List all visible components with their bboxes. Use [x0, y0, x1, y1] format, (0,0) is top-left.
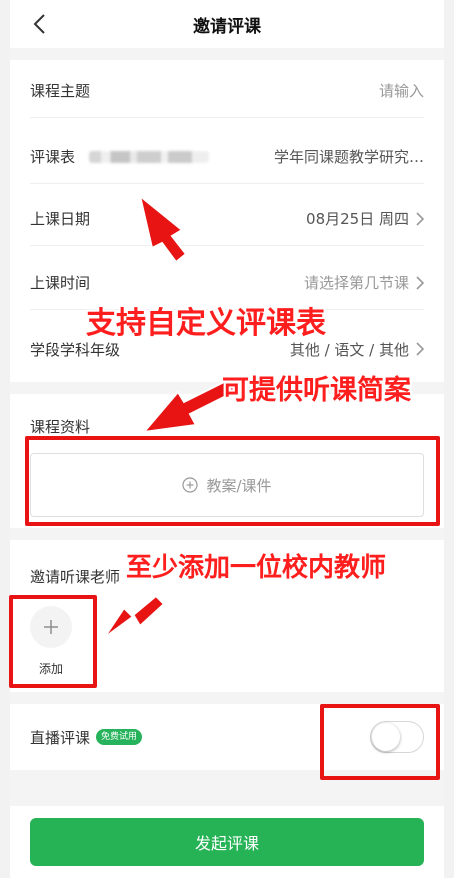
annotation-custom-form: 支持自定义评课表	[86, 306, 326, 341]
invite-teachers-title: 邀请听课老师	[30, 568, 121, 586]
annotation-teacher-hint: 至少添加一位校内教师	[126, 553, 387, 583]
annotation-lesson-plan: 可提供听课简案	[222, 375, 411, 406]
date-label: 上课日期	[30, 210, 91, 228]
time-label: 上课时间	[30, 274, 91, 292]
time-placeholder: 请选择第几节课	[303, 274, 409, 292]
date-value: 08月25日 周四	[306, 210, 409, 228]
materials-title: 课程资料	[30, 418, 91, 436]
section-divider	[10, 528, 444, 540]
nav-bar: 邀请评课	[10, 0, 444, 48]
chevron-right-icon	[415, 342, 424, 356]
page-title: 邀请评课	[193, 16, 261, 37]
eval-form-value: 学年同课题教学研究…	[273, 148, 424, 166]
highlight-materials	[25, 436, 440, 526]
back-arrow-icon[interactable]	[26, 10, 52, 38]
eval-form-label: 评课表	[30, 148, 76, 166]
free-trial-badge: 免费试用	[96, 729, 143, 745]
section-divider	[10, 48, 444, 60]
submit-button[interactable]: 发起评课	[30, 818, 424, 866]
topic-row[interactable]: 课程主题 请输入	[30, 64, 424, 118]
section-divider	[10, 692, 444, 704]
eval-form-row[interactable]: 评课表 学年同课题教学研究…	[30, 130, 424, 184]
chevron-right-icon	[415, 275, 424, 290]
highlight-add-teacher	[9, 595, 97, 688]
highlight-live-toggle	[320, 704, 440, 780]
chevron-right-icon	[415, 211, 424, 226]
live-eval-label: 直播评课	[30, 728, 91, 747]
topic-input[interactable]: 请输入	[379, 80, 424, 101]
date-row[interactable]: 上课日期 08月25日 周四	[30, 192, 424, 246]
blurred-form-name	[89, 150, 210, 163]
topic-label: 课程主题	[30, 82, 91, 100]
